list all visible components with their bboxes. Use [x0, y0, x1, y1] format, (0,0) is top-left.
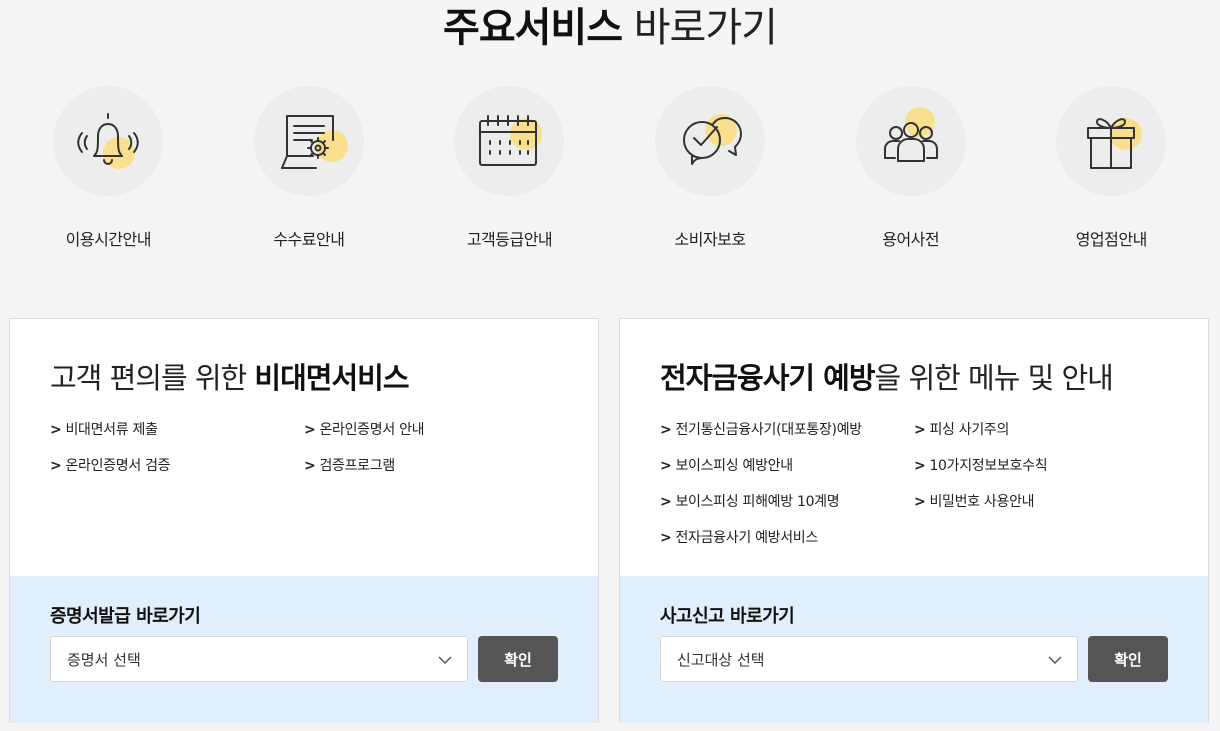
link-label: 보이스피싱 예방안내 — [675, 458, 793, 474]
chevron-down-icon — [438, 656, 452, 665]
link-label: 피싱 사기주의 — [929, 422, 1010, 438]
link-label: 비밀번호 사용안내 — [929, 494, 1035, 510]
panel-title-strong: 전자금융사기 예방 — [660, 361, 876, 395]
service-label: 용어사전 — [882, 230, 940, 249]
arrow-icon: > — [660, 422, 672, 438]
arrow-icon: > — [660, 458, 672, 474]
link-voice-phishing-guide[interactable]: > 보이스피싱 예방안내 — [660, 455, 914, 477]
page-title: 주요서비스 바로가기 — [0, 4, 1220, 52]
chevron-down-icon — [1048, 656, 1062, 665]
arrow-icon: > — [304, 422, 316, 438]
service-label: 영업점안내 — [1075, 230, 1148, 249]
speech-check-icon — [655, 86, 766, 196]
report-target-select[interactable]: 신고대상 선택 — [660, 636, 1078, 682]
service-fees[interactable]: 수수료안내 — [209, 86, 410, 256]
select-value: 증명서 선택 — [67, 650, 141, 669]
link-label: 온라인증명서 검증 — [65, 458, 171, 474]
service-customer-grade[interactable]: 고객등급안내 — [409, 86, 610, 256]
shortcut-title: 증명서발급 바로가기 — [50, 606, 201, 627]
link-voice-phishing-10-rules[interactable]: > 보이스피싱 피해예방 10계명 — [660, 491, 914, 513]
arrow-icon: > — [660, 494, 672, 510]
page-title-strong: 주요서비스 — [443, 5, 623, 51]
certificate-select[interactable]: 증명서 선택 — [50, 636, 468, 682]
certificate-shortcut: 증명서발급 바로가기 증명서 선택 확인 — [10, 576, 598, 723]
link-fraud-prevention-service[interactable]: > 전자금융사기 예방서비스 — [660, 527, 914, 549]
service-operating-hours[interactable]: 이용시간안내 — [8, 86, 209, 256]
service-glossary[interactable]: 용어사전 — [810, 86, 1011, 256]
link-verification-program[interactable]: > 검증프로그램 — [304, 455, 558, 477]
link-label: 보이스피싱 피해예방 10계명 — [675, 494, 840, 510]
fee-document-icon — [253, 86, 364, 196]
link-bankbook-fraud-prevention[interactable]: > 전기통신금융사기(대포통장)예방 — [660, 419, 914, 441]
calendar-icon — [454, 86, 565, 196]
link-label: 10가지정보보호수칙 — [929, 458, 1048, 474]
panel-title-prefix: 고객 편의를 위한 — [50, 361, 255, 395]
link-online-certificate-verify[interactable]: > 온라인증명서 검증 — [50, 455, 304, 477]
link-label: 온라인증명서 안내 — [319, 422, 425, 438]
panel-title: 전자금융사기 예방을 위한 메뉴 및 안내 — [660, 355, 1114, 397]
panel-title-suffix: 을 위한 메뉴 및 안내 — [874, 361, 1114, 395]
bell-icon — [53, 86, 164, 196]
service-label: 소비자보호 — [674, 230, 747, 249]
confirm-button[interactable]: 확인 — [1088, 636, 1168, 682]
link-label: 비대면서류 제출 — [65, 422, 158, 438]
link-label: 검증프로그램 — [319, 458, 395, 474]
link-security-rules[interactable]: >10가지정보보호수칙 — [914, 455, 1168, 477]
link-password-guide[interactable]: > 비밀번호 사용안내 — [914, 491, 1168, 513]
link-online-certificate-info[interactable]: > 온라인증명서 안내 — [304, 419, 558, 441]
gift-icon — [1056, 86, 1167, 196]
service-label: 고객등급안내 — [466, 230, 553, 249]
arrow-icon: > — [50, 458, 62, 474]
service-label: 수수료안내 — [273, 230, 345, 249]
panel-title: 고객 편의를 위한 비대면서비스 — [50, 355, 410, 397]
select-value: 신고대상 선택 — [677, 650, 765, 669]
people-icon — [855, 86, 966, 196]
link-label: 전자금융사기 예방서비스 — [675, 530, 818, 546]
page-title-light: 바로가기 — [622, 5, 778, 51]
service-label: 이용시간안내 — [65, 230, 152, 249]
panel-title-strong: 비대면서비스 — [254, 361, 409, 395]
link-list: > 비대면서류 제출 > 온라인증명서 안내 > 온라인증명서 검증 > 검증프로그램 — [50, 419, 570, 477]
arrow-icon: > — [660, 530, 672, 546]
incident-report-shortcut: 사고신고 바로가기 신고대상 선택 확인 — [620, 576, 1208, 723]
confirm-button[interactable]: 확인 — [478, 636, 558, 682]
arrow-icon: > — [914, 458, 926, 474]
shortcut-title: 사고신고 바로가기 — [660, 606, 795, 627]
link-phishing-warning[interactable]: > 피싱 사기주의 — [914, 419, 1168, 441]
arrow-icon: > — [304, 458, 316, 474]
main-services: 이용시간안내 수수료안내 고객등급안내 소비자보호 용어사전 영업점안내 — [8, 86, 1212, 256]
arrow-icon: > — [50, 422, 62, 438]
link-submit-documents[interactable]: > 비대면서류 제출 — [50, 419, 304, 441]
service-consumer-protection[interactable]: 소비자보호 — [610, 86, 811, 256]
contactless-service-panel: 고객 편의를 위한 비대면서비스 > 비대면서류 제출 > 온라인증명서 안내 > 온… — [9, 318, 599, 723]
fraud-prevention-panel: 전자금융사기 예방을 위한 메뉴 및 안내 > 전기통신금융사기(대포통장)예방 … — [619, 318, 1209, 723]
arrow-icon: > — [914, 422, 926, 438]
service-branch-info[interactable]: 영업점안내 — [1011, 86, 1212, 256]
arrow-icon: > — [914, 494, 926, 510]
link-label: 전기통신금융사기(대포통장)예방 — [675, 422, 862, 438]
link-list: > 전기통신금융사기(대포통장)예방 > 피싱 사기주의 > 보이스피싱 예방안내 >… — [660, 419, 1180, 549]
